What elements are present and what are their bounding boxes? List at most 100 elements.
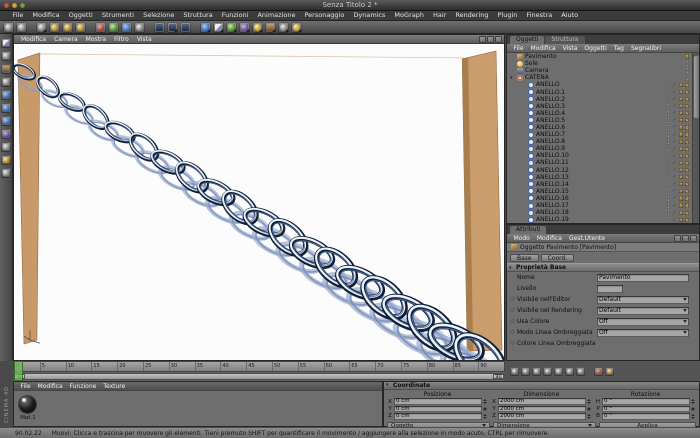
phong-tag-icon[interactable]	[684, 167, 689, 173]
phong-tag-icon[interactable]	[684, 89, 689, 95]
visibility-dots-icon[interactable]	[686, 74, 689, 82]
previous-frame-icon[interactable]	[532, 366, 541, 376]
texture-tag-icon[interactable]	[678, 118, 683, 123]
object-row[interactable]: Pavimento ✓	[507, 53, 692, 60]
previous-key-icon[interactable]	[521, 366, 530, 376]
light-object-icon[interactable]	[291, 21, 302, 33]
next-frame-icon[interactable]	[554, 366, 563, 376]
deformer-icon[interactable]	[252, 21, 263, 33]
object-row[interactable]: ANELLO.8 ✓	[507, 138, 692, 145]
texture-tag-icon[interactable]	[678, 175, 683, 180]
texture-tag-icon[interactable]	[678, 97, 683, 102]
edges-mode-icon[interactable]	[1, 103, 11, 113]
enable-check-icon[interactable]: ✓	[672, 96, 676, 102]
object-row[interactable]: ANELLO.14 ✓	[507, 181, 692, 188]
lock-panel-icon[interactable]	[690, 235, 697, 242]
attribute-field[interactable]: Pavimento	[597, 273, 689, 282]
material-name[interactable]: Mat.1	[15, 415, 41, 421]
spinner-icon[interactable]	[691, 406, 696, 413]
phong-tag-icon[interactable]	[684, 182, 689, 187]
visibility-dots-icon[interactable]	[667, 131, 671, 138]
visibility-dots-icon[interactable]	[667, 138, 671, 145]
enable-check-icon[interactable]: ✓	[672, 146, 676, 152]
scale-tool-icon[interactable]	[62, 21, 73, 33]
live-selection-icon[interactable]	[36, 21, 47, 33]
enable-check-icon[interactable]: ✓	[672, 153, 676, 159]
object-row[interactable]: ANELLO.15 ✓	[507, 188, 692, 195]
history-back-icon[interactable]	[674, 235, 681, 242]
tab-oggetti[interactable]: Oggetti	[510, 36, 545, 44]
spline-pen-icon[interactable]	[213, 21, 224, 33]
object-row[interactable]: ANELLO.4 ✓	[507, 110, 692, 117]
nurbs-icon[interactable]	[226, 21, 237, 33]
history-forward-icon[interactable]	[682, 235, 689, 242]
visibility-dots-icon[interactable]	[667, 159, 671, 167]
tab-struttura[interactable]: Struttura	[545, 36, 585, 44]
position-z-field[interactable]: 0 cm	[394, 413, 482, 420]
visibility-dots-icon[interactable]	[667, 180, 671, 188]
material-manager-menu-item[interactable]: Funzione	[66, 382, 100, 390]
object-row[interactable]: ANELLO.17 ✓	[507, 202, 692, 209]
menubar-item[interactable]: File	[8, 11, 28, 20]
viewport-menu-item[interactable]: Filtro	[110, 35, 133, 43]
menubar-item[interactable]: Hair	[428, 11, 450, 20]
material-manager-menu-item[interactable]: Texture	[100, 382, 129, 390]
texture-tag-icon[interactable]	[678, 182, 683, 187]
menubar-item[interactable]: Aiuto	[557, 11, 583, 20]
go-to-end-icon[interactable]	[576, 366, 585, 376]
visibility-dots-icon[interactable]	[667, 81, 671, 89]
object-manager-menu-item[interactable]: Modifica	[527, 44, 559, 52]
record-key-icon[interactable]	[594, 366, 603, 376]
current-frame-marker[interactable]	[14, 361, 23, 381]
menubar-item[interactable]: Dynamics	[349, 11, 390, 20]
viewport-layout-icon[interactable]	[487, 36, 494, 43]
visibility-dots-icon[interactable]	[667, 124, 671, 131]
enable-check-icon[interactable]: ✓	[672, 217, 676, 223]
attribute-field[interactable]: Off	[597, 317, 689, 326]
visibility-dots-icon[interactable]	[667, 209, 671, 216]
menubar-item[interactable]: Modifica	[28, 11, 64, 20]
move-tool-icon[interactable]	[49, 21, 60, 33]
coord-tab-button[interactable]: Coord.	[540, 253, 575, 262]
phong-tag-icon[interactable]	[684, 210, 689, 215]
enable-check-icon[interactable]: ✓	[672, 181, 676, 187]
phong-tag-icon[interactable]	[684, 175, 689, 180]
size-y-field[interactable]: 2000 cm	[498, 405, 586, 413]
attribute-field[interactable]: Default	[597, 306, 689, 315]
object-row[interactable]: ANELLO.18 ✓	[507, 209, 692, 216]
phong-tag-icon[interactable]	[684, 203, 689, 208]
visibility-dots-icon[interactable]	[667, 166, 671, 174]
model-mode-icon[interactable]	[1, 51, 11, 61]
enable-check-icon[interactable]: ✓	[672, 174, 676, 180]
menubar-item[interactable]: Personaggio	[300, 11, 349, 20]
close-button[interactable]	[4, 3, 9, 8]
position-y-field[interactable]: 0 cm	[394, 405, 482, 413]
enable-check-icon[interactable]: ✓	[672, 195, 676, 201]
object-row[interactable]: ANELLO.13 ✓	[507, 174, 692, 181]
visibility-dots-icon[interactable]	[667, 102, 671, 110]
object-axis-mode-icon[interactable]	[1, 77, 11, 87]
material-thumbnail[interactable]	[19, 396, 36, 413]
texture-tag-icon[interactable]	[678, 203, 683, 208]
texture-tag-icon[interactable]	[678, 125, 683, 130]
workplane-icon[interactable]	[1, 142, 11, 152]
scrollbar-thumb[interactable]	[694, 56, 699, 118]
autokey-icon[interactable]	[605, 366, 614, 376]
coordinates-header[interactable]: Coordinate	[384, 382, 699, 390]
viewport-menu-item[interactable]: Camera	[50, 35, 82, 43]
object-manager-menu-item[interactable]: Oggetti	[581, 44, 610, 52]
attribute-field[interactable]	[597, 284, 623, 293]
attribute-field[interactable]: Default	[597, 295, 689, 304]
snap-icon[interactable]	[1, 168, 11, 178]
viewport-menu-item[interactable]: Modifica	[17, 35, 50, 43]
spinner-icon[interactable]	[587, 413, 592, 420]
enable-check-icon[interactable]: ✓	[672, 82, 676, 88]
x-axis-lock-icon[interactable]	[95, 21, 106, 33]
camera-object-icon[interactable]	[278, 21, 289, 33]
base-tab-button[interactable]: Base	[510, 253, 539, 262]
primitive-cube-icon[interactable]	[200, 21, 211, 33]
visibility-dots-icon[interactable]	[667, 173, 671, 181]
object-manager-menu-item[interactable]: Segnalibri	[628, 44, 665, 52]
enable-check-icon[interactable]: ✓	[672, 132, 676, 138]
size-x-field[interactable]: 2000 cm	[498, 398, 586, 405]
